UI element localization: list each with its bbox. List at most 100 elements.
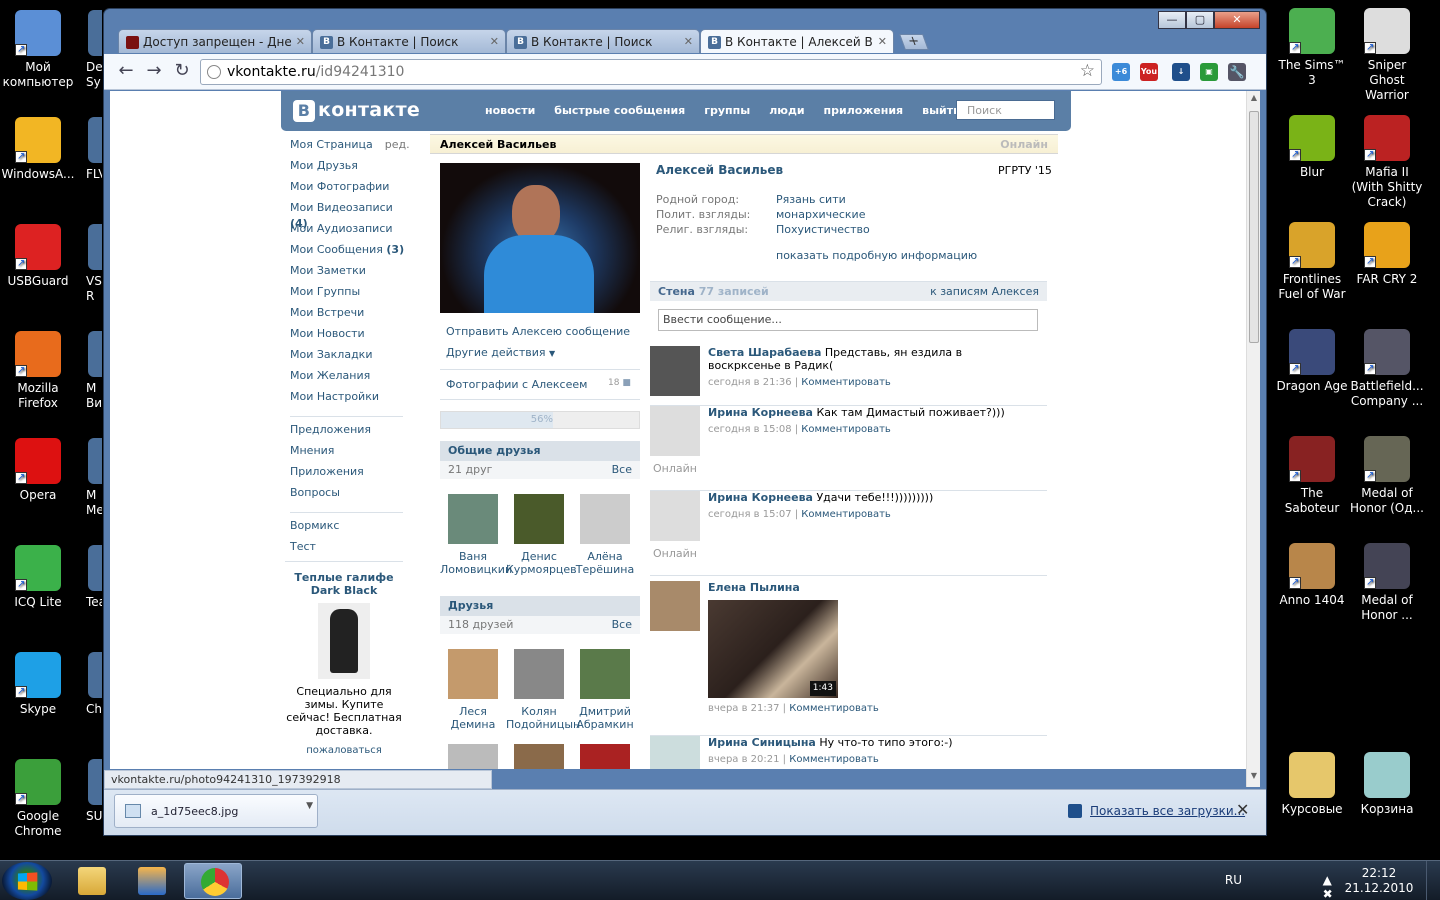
desktop-icon[interactable]: Dragon Age xyxy=(1274,329,1350,394)
left-nav-item[interactable]: Мои Новости xyxy=(290,326,410,347)
friend-card[interactable]: Дмитрий Абрамкин xyxy=(572,649,638,731)
extension-puzzle-icon[interactable]: ▣ xyxy=(1200,63,1218,81)
close-downloads-bar-icon[interactable]: ✕ xyxy=(1236,800,1249,819)
left-nav-app[interactable]: Тест xyxy=(290,539,410,560)
browser-tab[interactable]: B В Контакте | Поиск ✕ xyxy=(312,29,506,53)
post-author-avatar[interactable] xyxy=(650,346,700,396)
post-author-avatar[interactable] xyxy=(650,406,700,456)
info-value[interactable]: Рязань сити xyxy=(776,193,846,206)
wall-message-input[interactable]: Ввести сообщение... xyxy=(658,309,1038,331)
desktop-icon[interactable]: Мой компьютер xyxy=(0,10,76,90)
close-button[interactable]: ✕ xyxy=(1214,11,1260,29)
comment-link[interactable]: Комментировать xyxy=(789,754,879,765)
friend-card[interactable] xyxy=(440,744,506,769)
desktop-icon[interactable]: Sniper Ghost Warrior xyxy=(1349,8,1425,103)
left-nav-item[interactable]: Мои Заметки xyxy=(290,263,410,284)
address-bar[interactable]: vkontakte.ru/id94241310 ☆ xyxy=(200,59,1102,85)
desktop-icon[interactable]: Medal of Honor ... xyxy=(1349,543,1425,623)
desktop-icon[interactable]: Medal of Honor (Од... xyxy=(1349,436,1425,516)
left-nav-item[interactable]: Предложения xyxy=(290,422,410,443)
desktop-icon[interactable]: Mozilla Firefox xyxy=(0,331,76,411)
show-desktop-button[interactable] xyxy=(1426,861,1440,900)
info-value[interactable]: Похуистичество xyxy=(776,223,870,236)
clock[interactable]: 22:12 21.12.2010 xyxy=(1344,866,1414,896)
tray-icons[interactable]: ▲ ✖ ▭ ♪ xyxy=(1323,873,1340,900)
desktop-icon-partial[interactable]: Che xyxy=(78,652,102,717)
left-nav-item[interactable]: Мои Встречи xyxy=(290,305,410,326)
vk-menu-item[interactable]: быстрые сообщения xyxy=(554,104,685,117)
left-nav-item[interactable]: Мои Аудиозаписи xyxy=(290,221,410,242)
left-nav-item[interactable]: Мои Группы xyxy=(290,284,410,305)
tab-close-icon[interactable]: ✕ xyxy=(878,35,887,48)
post-author[interactable]: Ирина Корнеева xyxy=(708,491,813,504)
vk-menu-item[interactable]: люди xyxy=(769,104,804,117)
desktop-icon-partial[interactable]: SU xyxy=(78,759,102,824)
desktop-icon-partial[interactable]: VSO R xyxy=(78,224,102,304)
download-icon[interactable]: ↓ xyxy=(1172,63,1190,81)
comment-link[interactable]: Комментировать xyxy=(801,424,891,435)
desktop-icon[interactable]: USBGuard xyxy=(0,224,76,289)
bookmark-star-icon[interactable]: ☆ xyxy=(1080,61,1095,81)
friend-card[interactable]: Леся Демина xyxy=(440,649,506,731)
maximize-button[interactable]: ▢ xyxy=(1186,11,1214,29)
scroll-down-arrow[interactable]: ▼ xyxy=(1247,771,1261,785)
ad-image[interactable] xyxy=(318,603,370,679)
post-author-avatar[interactable] xyxy=(650,491,700,541)
browser-tab[interactable]: B В Контакте | Поиск ✕ xyxy=(506,29,700,53)
desktop-icon[interactable]: Opera xyxy=(0,438,76,503)
desktop-icon[interactable]: ICQ Lite xyxy=(0,545,76,610)
desktop-icon[interactable]: Frontlines Fuel of War xyxy=(1274,222,1350,302)
info-value[interactable]: монархические xyxy=(776,208,865,221)
friend-card[interactable]: Денис Курмоярцев xyxy=(506,494,577,576)
post-author[interactable]: Елена Пылина xyxy=(708,581,800,594)
desktop-icon-partial[interactable]: M Мед xyxy=(78,438,102,518)
desktop-icon-partial[interactable]: FLV xyxy=(78,117,102,182)
left-nav-item[interactable]: Мои Закладки xyxy=(290,347,410,368)
post-author[interactable]: Света Шарабаева xyxy=(708,346,821,359)
other-actions-link[interactable]: Другие действия ▼ xyxy=(446,346,555,359)
vk-menu-item[interactable]: выйти xyxy=(922,104,961,117)
browser-tab[interactable]: Доступ запрещен - Дне... ✕ xyxy=(118,29,312,53)
post-author[interactable]: Ирина Корнеева xyxy=(708,406,813,419)
tab-close-icon[interactable]: ✕ xyxy=(296,35,305,48)
friend-card[interactable]: Алёна Терёшина xyxy=(572,494,638,576)
post-author-avatar[interactable] xyxy=(650,581,700,631)
download-item[interactable]: a_1d75eec8.jpg ▼ xyxy=(114,794,318,828)
reload-button[interactable]: ↻ xyxy=(172,62,192,80)
taskbar-media-player[interactable] xyxy=(122,863,180,899)
taskbar-chrome[interactable] xyxy=(184,863,242,899)
tab-close-icon[interactable]: ✕ xyxy=(684,35,693,48)
left-nav-item[interactable]: Мои Настройки xyxy=(290,389,410,410)
left-nav-item[interactable]: Мои Желания xyxy=(290,368,410,389)
left-nav-item[interactable]: Моя Страница ред. xyxy=(290,137,410,158)
start-button[interactable] xyxy=(2,862,52,900)
desktop-icon[interactable]: Курсовые xyxy=(1274,752,1350,817)
ad-title[interactable]: Теплые галифе Dark Black xyxy=(285,571,403,597)
youtube-icon[interactable]: You xyxy=(1140,63,1158,81)
profile-avatar[interactable] xyxy=(440,163,640,313)
vk-menu-item[interactable]: новости xyxy=(485,104,535,117)
desktop-icon[interactable]: Google Chrome xyxy=(0,759,76,839)
wall-all-link[interactable]: к записям Алексея xyxy=(930,285,1039,298)
desktop-icon[interactable]: Battlefield... Company ... xyxy=(1349,329,1425,409)
comment-link[interactable]: Комментировать xyxy=(801,509,891,520)
university[interactable]: РГРТУ '15 xyxy=(998,164,1052,177)
left-nav-item[interactable]: Мои Друзья xyxy=(290,158,410,179)
browser-tab[interactable]: B В Контакте | Алексей Ва... ✕ xyxy=(700,29,894,53)
desktop-icon[interactable]: The Sims™ 3 xyxy=(1274,8,1350,88)
friend-card[interactable]: Колян Подойницын xyxy=(506,649,580,731)
taskbar-explorer[interactable] xyxy=(62,863,120,899)
left-nav-item[interactable]: Мои Фотографии xyxy=(290,179,410,200)
send-message-link[interactable]: Отправить Алексею сообщение xyxy=(446,325,630,338)
page-scrollbar[interactable]: ▲ ▼ xyxy=(1246,91,1260,787)
wrench-icon[interactable]: 🔧 xyxy=(1228,63,1246,81)
desktop-icon-partial[interactable]: Tea xyxy=(78,545,102,610)
left-nav-item[interactable]: Приложения xyxy=(290,464,410,485)
left-nav-item[interactable]: Вопросы xyxy=(290,485,410,506)
left-nav-item[interactable]: Мои Видеозаписи (4) xyxy=(290,200,410,230)
tab-close-icon[interactable]: ✕ xyxy=(490,35,499,48)
vk-logo[interactable]: Вконтакте xyxy=(293,99,420,122)
friend-card[interactable] xyxy=(572,744,638,769)
vk-menu-item[interactable]: приложения xyxy=(824,104,904,117)
left-nav-item[interactable]: Мои Сообщения (3) xyxy=(290,242,410,263)
